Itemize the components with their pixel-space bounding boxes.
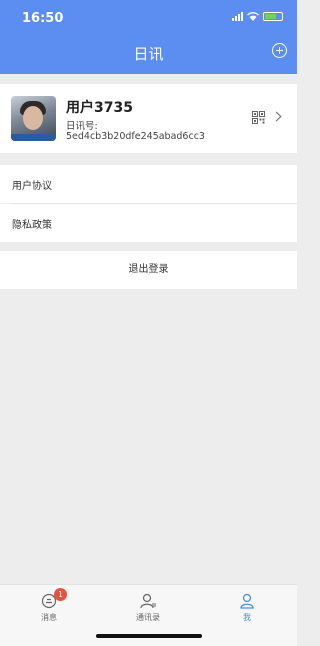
profile-card[interactable]: 用户3735 日讯号: 5ed4cb3b20dfe245abad6cc3 — [0, 84, 297, 153]
signal-icon — [232, 12, 243, 21]
contacts-icon — [140, 593, 156, 609]
tab-label: 通讯录 — [136, 613, 160, 622]
user-id-label: 日讯号: — [66, 121, 98, 132]
wifi-icon — [247, 12, 259, 21]
unread-badge: 1 — [54, 588, 67, 601]
status-icons — [232, 12, 283, 21]
profile-icon — [240, 593, 254, 609]
chevron-right-icon — [271, 111, 282, 122]
page-title: 日讯 — [133, 45, 164, 63]
plus-circle-icon[interactable] — [272, 43, 287, 58]
qr-code-icon — [252, 111, 265, 124]
battery-icon — [263, 12, 283, 21]
menu-item-label: 用户协议 — [12, 181, 52, 192]
menu-item-label: 隐私政策 — [12, 220, 52, 231]
tab-contacts[interactable]: 通讯录 — [118, 592, 178, 623]
menu-item-privacy-policy[interactable]: 隐私政策 — [0, 204, 297, 242]
tab-label: 我 — [243, 613, 251, 622]
username: 用户3735 — [66, 100, 133, 116]
user-id-value: 5ed4cb3b20dfe245abad6cc3 — [66, 131, 205, 142]
tab-label: 消息 — [41, 613, 57, 622]
status-time: 16:50 — [22, 11, 64, 26]
home-indicator — [96, 634, 202, 638]
tab-me[interactable]: 我 — [217, 592, 277, 623]
logout-button[interactable]: 退出登录 — [0, 251, 297, 289]
menu-item-user-agreement[interactable]: 用户协议 — [0, 165, 297, 203]
avatar — [11, 96, 56, 141]
tab-messages[interactable]: 1 消息 — [19, 588, 79, 623]
app-header: 16:50 日讯 — [0, 0, 297, 74]
